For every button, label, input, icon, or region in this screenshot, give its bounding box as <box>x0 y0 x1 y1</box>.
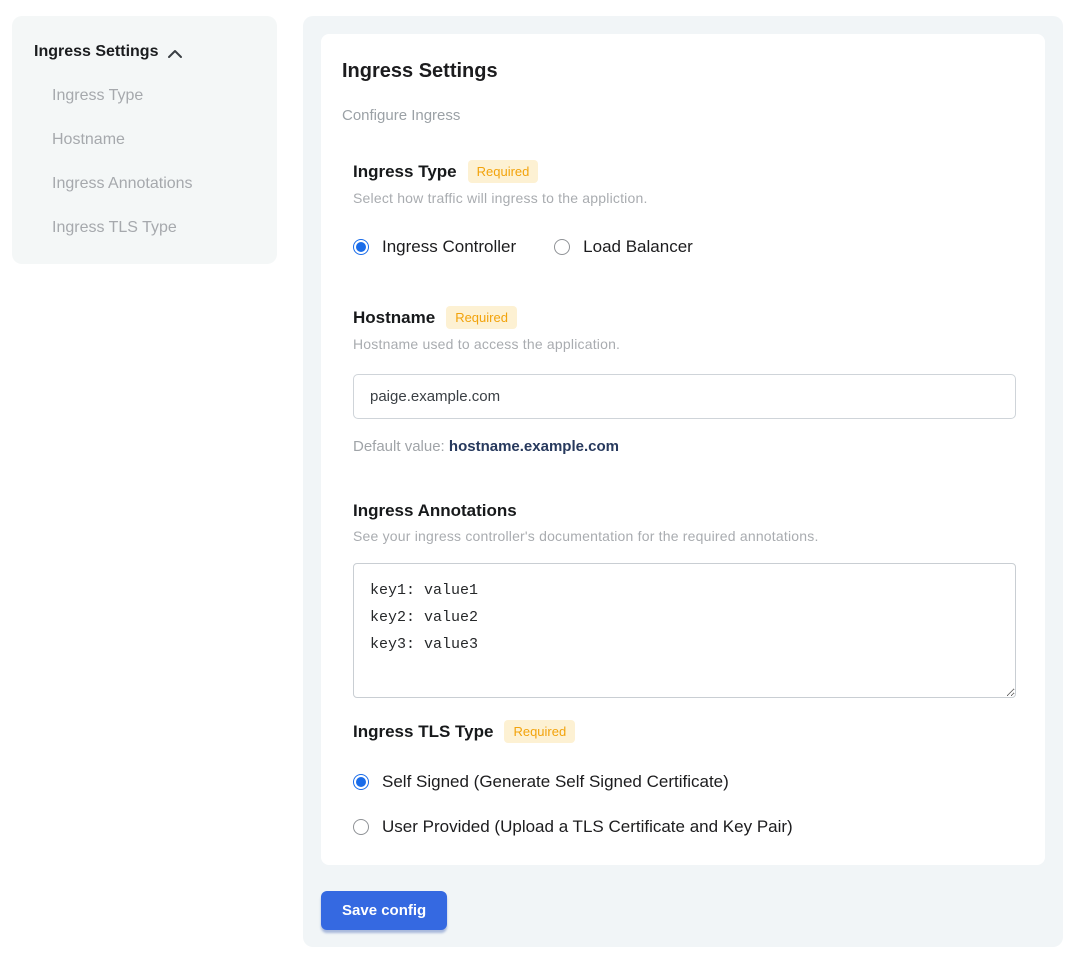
required-badge: Required <box>468 160 539 183</box>
ingress-type-section: Ingress Type Required Select how traffic… <box>353 160 1015 257</box>
annotations-label-row: Ingress Annotations <box>353 501 1015 521</box>
default-value-text: hostname.example.com <box>449 438 619 455</box>
sidebar-item-hostname[interactable]: Hostname <box>52 131 255 149</box>
hostname-section: Hostname Required Hostname used to acces… <box>353 306 1015 455</box>
radio-unselected-icon[interactable] <box>353 819 369 835</box>
settings-sidebar: Ingress Settings Ingress Type Hostname I… <box>12 16 277 264</box>
sidebar-item-ingress-type[interactable]: Ingress Type <box>52 87 255 105</box>
radio-selected-icon[interactable] <box>353 774 369 790</box>
ingress-type-label: Ingress Type <box>353 162 457 182</box>
radio-self-signed[interactable]: Self Signed (Generate Self Signed Certif… <box>353 772 1015 792</box>
radio-ingress-controller-label: Ingress Controller <box>382 237 516 257</box>
sidebar-item-ingress-tls-type[interactable]: Ingress TLS Type <box>52 219 255 237</box>
radio-selected-icon[interactable] <box>353 239 369 255</box>
hostname-label-row: Hostname Required <box>353 306 1015 329</box>
page-subtitle: Configure Ingress <box>342 107 1015 124</box>
ingress-annotations-section: Ingress Annotations See your ingress con… <box>353 501 1015 698</box>
page-title: Ingress Settings <box>342 60 1015 83</box>
radio-user-provided[interactable]: User Provided (Upload a TLS Certificate … <box>353 817 1015 837</box>
required-badge: Required <box>504 720 575 743</box>
tls-label-row: Ingress TLS Type Required <box>353 720 1015 743</box>
radio-ingress-controller[interactable]: Ingress Controller <box>353 237 516 257</box>
ingress-type-radio-group: Ingress Controller Load Balancer <box>353 237 1015 257</box>
ingress-annotations-label: Ingress Annotations <box>353 501 517 521</box>
radio-unselected-icon[interactable] <box>554 239 570 255</box>
ingress-annotations-help: See your ingress controller's documentat… <box>353 528 1015 544</box>
sidebar-group-title: Ingress Settings <box>34 43 158 61</box>
required-badge: Required <box>446 306 517 329</box>
ingress-tls-type-section: Ingress TLS Type Required Self Signed (G… <box>353 720 1015 837</box>
settings-panel: Ingress Settings Configure Ingress Ingre… <box>303 16 1063 947</box>
save-config-button[interactable]: Save config <box>321 891 447 930</box>
hostname-default-line: Default value: hostname.example.com <box>353 438 1015 455</box>
ingress-type-label-row: Ingress Type Required <box>353 160 1015 183</box>
chevron-up-icon <box>167 47 183 59</box>
radio-load-balancer[interactable]: Load Balancer <box>554 237 693 257</box>
hostname-help: Hostname used to access the application. <box>353 336 1015 352</box>
hostname-label: Hostname <box>353 308 435 328</box>
tls-radio-group: Self Signed (Generate Self Signed Certif… <box>353 772 1015 837</box>
ingress-annotations-textarea[interactable]: key1: value1 key2: value2 key3: value3 <box>353 563 1016 698</box>
radio-load-balancer-label: Load Balancer <box>583 237 693 257</box>
radio-self-signed-label: Self Signed (Generate Self Signed Certif… <box>382 772 729 792</box>
ingress-settings-card: Ingress Settings Configure Ingress Ingre… <box>321 34 1045 865</box>
ingress-tls-type-label: Ingress TLS Type <box>353 722 493 742</box>
sidebar-group-ingress-settings[interactable]: Ingress Settings <box>34 43 255 61</box>
ingress-type-help: Select how traffic will ingress to the a… <box>353 190 1015 206</box>
default-value-prefix: Default value: <box>353 438 445 455</box>
radio-user-provided-label: User Provided (Upload a TLS Certificate … <box>382 817 793 837</box>
sidebar-item-ingress-annotations[interactable]: Ingress Annotations <box>52 175 255 193</box>
sidebar-item-list: Ingress Type Hostname Ingress Annotation… <box>34 87 255 237</box>
hostname-input[interactable] <box>353 374 1016 419</box>
